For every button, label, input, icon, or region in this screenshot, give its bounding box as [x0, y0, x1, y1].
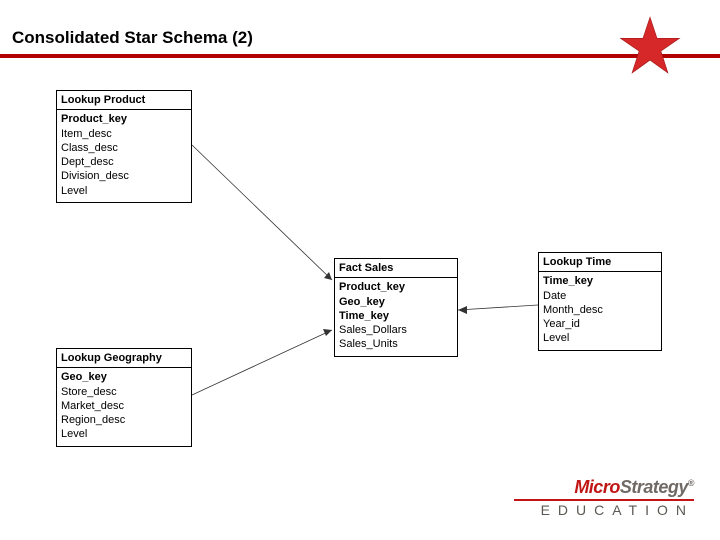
table-body: Time_key Date Month_desc Year_id Level	[539, 272, 661, 349]
brand-wordmark: MicroStrategy®	[514, 477, 694, 498]
table-header: Lookup Geography	[57, 349, 191, 368]
table-lookup-time: Lookup Time Time_key Date Month_desc Yea…	[538, 252, 662, 351]
star-icon	[618, 14, 682, 78]
brand-underline	[514, 499, 694, 501]
table-body: Product_key Item_desc Class_desc Dept_de…	[57, 110, 191, 202]
brand-subtext: EDUCATION	[514, 502, 694, 518]
table-fact-sales: Fact Sales Product_key Geo_key Time_key …	[334, 258, 458, 357]
table-lookup-product: Lookup Product Product_key Item_desc Cla…	[56, 90, 192, 203]
table-body: Geo_key Store_desc Market_desc Region_de…	[57, 368, 191, 445]
table-body: Product_key Geo_key Time_key Sales_Dolla…	[335, 278, 457, 355]
page-title: Consolidated Star Schema (2)	[12, 28, 253, 48]
brand-logo: MicroStrategy® EDUCATION	[514, 477, 694, 518]
table-header: Lookup Product	[57, 91, 191, 110]
table-header: Lookup Time	[539, 253, 661, 272]
table-lookup-geography: Lookup Geography Geo_key Store_desc Mark…	[56, 348, 192, 447]
header-rule	[0, 54, 720, 58]
table-header: Fact Sales	[335, 259, 457, 278]
